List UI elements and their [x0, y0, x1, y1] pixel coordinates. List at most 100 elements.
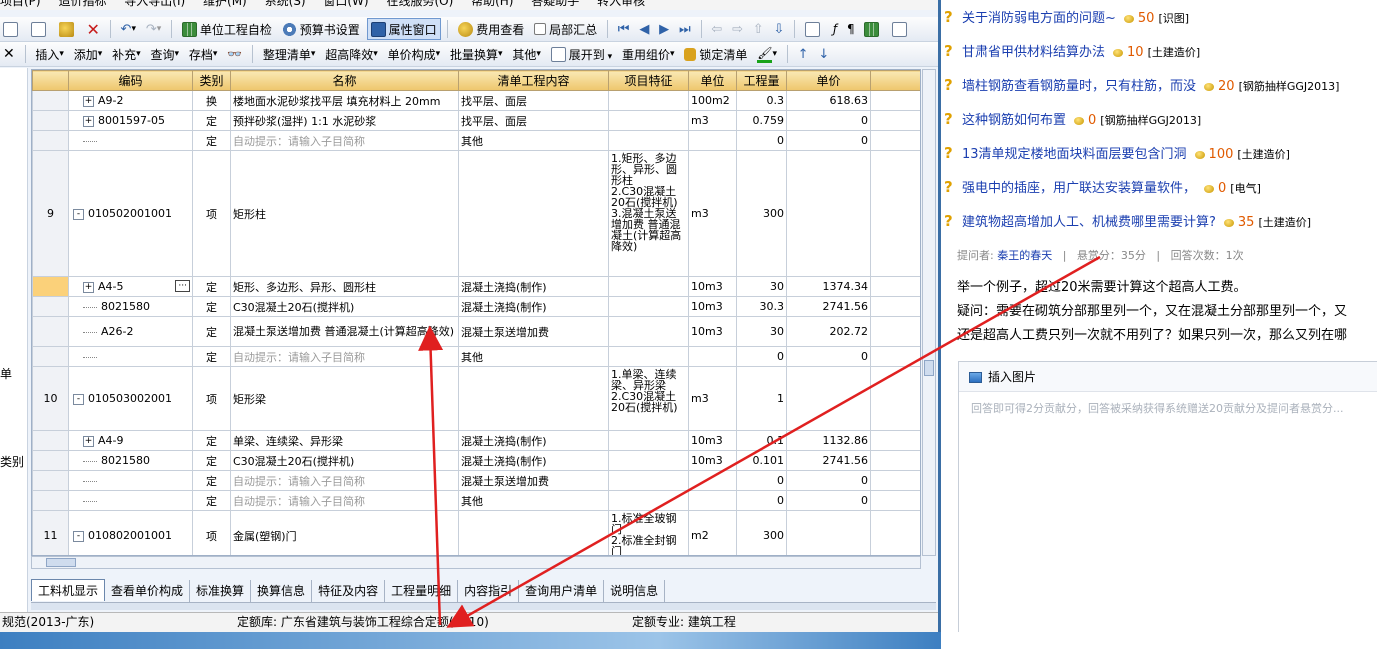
cell-name[interactable]: 预拌砂浆(湿拌) 1:1 水泥砂浆: [230, 110, 459, 131]
cell-qty[interactable]: 0: [736, 490, 787, 511]
cell-content[interactable]: [458, 510, 609, 555]
cell-unit[interactable]: m3: [688, 110, 737, 131]
cell-content[interactable]: [458, 150, 609, 277]
menu-project[interactable]: 项目(P): [0, 0, 41, 8]
cell-unit[interactable]: m3: [688, 150, 737, 277]
cell-total[interactable]: [870, 490, 920, 511]
supplement-menu[interactable]: 补充: [109, 43, 144, 65]
row-number[interactable]: [32, 430, 69, 451]
col-feature[interactable]: 项目特征: [608, 70, 689, 91]
cell-feature[interactable]: [608, 110, 689, 131]
question-link[interactable]: 强电中的插座，用广联达安装算量软件，: [962, 181, 1196, 196]
cell-code[interactable]: [68, 470, 193, 491]
col-code[interactable]: 编码: [68, 70, 193, 91]
tab-standard-conversion[interactable]: 标准换算: [190, 580, 252, 602]
cell-unit[interactable]: [688, 490, 737, 511]
expand-icon[interactable]: +: [83, 115, 94, 127]
question-item[interactable]: ? 这种钢筋如何布置 0 [钢筋抽样GGJ2013]: [944, 104, 1377, 134]
question-category[interactable]: [识图]: [1158, 12, 1189, 25]
other-menu[interactable]: 其他: [509, 43, 544, 65]
cell-name[interactable]: 矩形、多边形、异形、圆形柱: [230, 276, 459, 297]
horizontal-scrollbar[interactable]: [31, 556, 921, 569]
menu-qa-assistant[interactable]: 答疑助手: [531, 0, 579, 8]
budget-settings-button[interactable]: 预算书设置: [279, 18, 363, 40]
cell-qty[interactable]: 0.1: [736, 430, 787, 451]
list-icon[interactable]: [889, 18, 913, 40]
cell-name[interactable]: 自动提示：请输入子目简称: [230, 490, 459, 511]
table-row[interactable]: 11-010802001001 项金属(塑钢)门 1.标准全玻钢门 2.标准全封钢门…: [32, 510, 920, 555]
cell-feature[interactable]: [608, 276, 689, 297]
cell-code[interactable]: + A9-2: [68, 90, 193, 111]
cell-total[interactable]: 41230: [870, 276, 920, 297]
new-icon[interactable]: [0, 18, 24, 40]
cell-price[interactable]: [786, 150, 871, 277]
cell-content[interactable]: [458, 366, 609, 431]
row-number[interactable]: [32, 296, 69, 317]
table-row[interactable]: 定自动提示：请输入子目简称 其他 0 0: [32, 346, 920, 367]
cell-price[interactable]: 202.72: [786, 316, 871, 347]
cell-feature[interactable]: [608, 296, 689, 317]
cell-content[interactable]: 找平层、面层: [458, 90, 609, 111]
down-arrow-icon[interactable]: ↓: [815, 43, 832, 65]
cell-name[interactable]: 混凝土泵送增加费 普通混凝土(计算超高降效): [230, 316, 459, 347]
cell-price[interactable]: 0: [786, 470, 871, 491]
collapse-icon[interactable]: -: [73, 530, 84, 542]
cell-feature[interactable]: [608, 490, 689, 511]
cell-total[interactable]: [870, 110, 920, 131]
menu-system[interactable]: 系统(S): [265, 0, 306, 8]
table-row[interactable]: + A4-9 定单梁、连续梁、异形梁混凝土浇捣(制作) 10m30.11132.861…: [32, 430, 920, 451]
question-category[interactable]: [电气]: [1230, 182, 1261, 195]
cell-content[interactable]: 混凝土浇捣(制作): [458, 450, 609, 471]
cell-price[interactable]: 1132.86: [786, 430, 871, 451]
col-unit[interactable]: 单位: [688, 70, 737, 91]
vertical-scrollbar[interactable]: [922, 69, 936, 556]
paste-icon[interactable]: [56, 18, 80, 40]
cell-price[interactable]: [786, 366, 871, 431]
col-name[interactable]: 名称: [230, 70, 459, 91]
cell-content[interactable]: 其他: [458, 490, 609, 511]
undo-icon[interactable]: ↶ ▾: [118, 18, 139, 40]
cell-price[interactable]: 2741.56: [786, 296, 871, 317]
cell-price[interactable]: 0: [786, 130, 871, 151]
cell-qty[interactable]: 0.759: [736, 110, 787, 131]
cell-type[interactable]: 定: [192, 346, 231, 367]
cell-content[interactable]: 其他: [458, 346, 609, 367]
expand-icon[interactable]: +: [83, 435, 94, 447]
cell-price[interactable]: [786, 510, 871, 555]
menu-help[interactable]: 帮助(H): [471, 0, 513, 8]
calculator-icon[interactable]: [802, 18, 826, 40]
more-button[interactable]: ···: [175, 280, 190, 292]
cell-feature[interactable]: [608, 430, 689, 451]
cell-total[interactable]: 6081: [870, 316, 920, 347]
tab-quantity-detail[interactable]: 工程量明细: [385, 580, 459, 602]
query-menu[interactable]: 查询: [148, 43, 183, 65]
cell-type[interactable]: 定: [192, 316, 231, 347]
question-item[interactable]: ? 13清单规定楼地面块料面层要包含门洞 100 [土建造价]: [944, 138, 1377, 168]
cell-name[interactable]: 自动提示：请输入子目简称: [230, 346, 459, 367]
cell-unit[interactable]: 10m3: [688, 296, 737, 317]
binoculars-icon[interactable]: 👓: [224, 43, 245, 65]
question-link[interactable]: 墙柱钢筋查看钢筋量时，只有柱筋，而没: [962, 79, 1196, 94]
col-type[interactable]: 类别: [192, 70, 231, 91]
partial-summary-checkbox[interactable]: 局部汇总: [531, 18, 600, 40]
question-link[interactable]: 这种钢筋如何布置: [962, 113, 1066, 128]
cell-type[interactable]: 定: [192, 130, 231, 151]
cell-name[interactable]: 自动提示：请输入子目简称: [230, 470, 459, 491]
menu-online-service[interactable]: 在线服务(O): [386, 0, 453, 8]
table-row[interactable]: 定自动提示：请输入子目简称 其他 0 0: [32, 490, 920, 511]
cell-feature[interactable]: [608, 90, 689, 111]
cell-qty[interactable]: 30: [736, 316, 787, 347]
row-number[interactable]: [32, 90, 69, 111]
expand-icon[interactable]: +: [83, 281, 94, 293]
cell-unit[interactable]: 100m2: [688, 90, 737, 111]
cell-code[interactable]: [68, 346, 193, 367]
self-check-button[interactable]: 单位工程自检: [179, 18, 275, 40]
move-right-icon[interactable]: ⇨: [729, 18, 746, 40]
menu-maintain[interactable]: 维护(M): [203, 0, 247, 8]
reply-textarea[interactable]: 回答即可得2分贡献分，回答被采纳获得系统赠送20贡献分及提问者悬赏分...: [959, 392, 1377, 424]
cell-feature[interactable]: [608, 470, 689, 491]
insert-image-button[interactable]: 插入图片: [959, 362, 1377, 392]
asker-link[interactable]: 秦王的春天: [997, 249, 1052, 262]
row-number[interactable]: 11: [32, 510, 69, 555]
cell-feature[interactable]: [608, 316, 689, 347]
